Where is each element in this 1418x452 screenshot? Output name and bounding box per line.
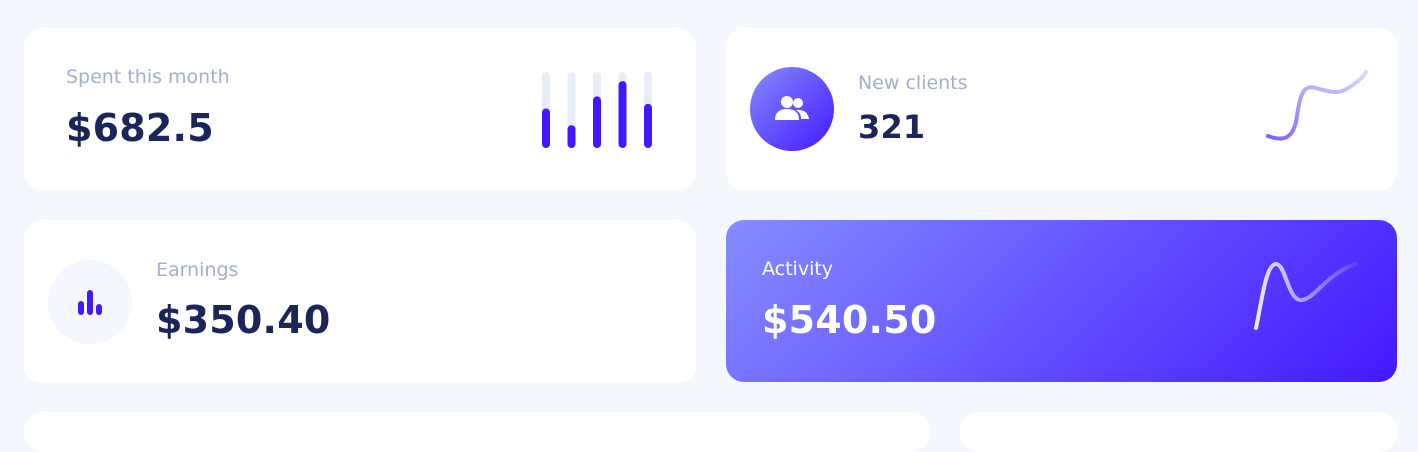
activity-sparkline	[1254, 261, 1358, 330]
activity-value: $540.50	[762, 298, 937, 342]
bar-fill	[542, 108, 550, 148]
clients-label: New clients	[858, 72, 968, 94]
new-clients-card: New clients 321	[726, 28, 1397, 190]
clients-value: 321	[858, 108, 926, 146]
clients-sparkline	[1266, 70, 1368, 141]
activity-card: Activity $540.50	[726, 220, 1397, 382]
activity-label: Activity	[762, 258, 834, 280]
bottom-left-card	[24, 412, 930, 452]
spent-mini-bar-chart	[542, 72, 652, 148]
earnings-label: Earnings	[156, 259, 239, 281]
bar-fill	[644, 103, 652, 148]
earnings-card: Earnings $350.40	[24, 220, 696, 383]
bar-chart-icon	[48, 260, 132, 344]
users-icon	[750, 67, 834, 151]
spent-value: $682.5	[66, 106, 214, 150]
spent-this-month-card: Spent this month $682.5	[24, 28, 696, 190]
spent-label: Spent this month	[66, 66, 230, 88]
bottom-right-card	[960, 412, 1397, 452]
bar-fill	[618, 81, 627, 148]
bar-fill	[593, 96, 601, 148]
bar-fill	[567, 125, 576, 148]
earnings-value: $350.40	[156, 298, 331, 342]
